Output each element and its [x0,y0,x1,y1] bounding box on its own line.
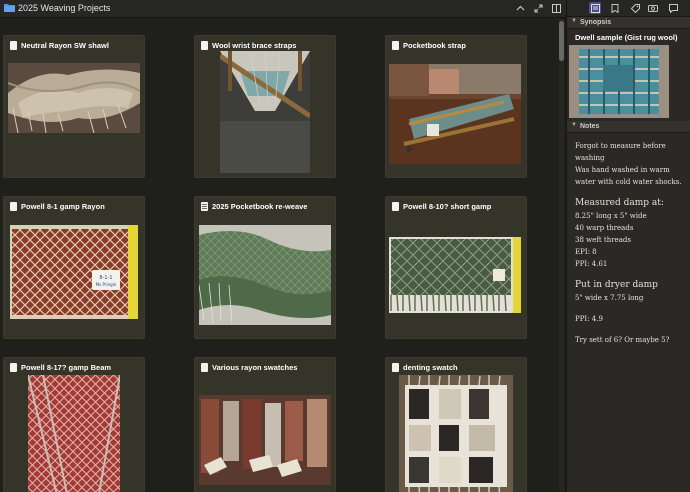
notes-text-area[interactable]: Forgot to measure before washing Was hand … [575,140,690,346]
notes-line: PPI: 4.61 [575,260,608,268]
chevron-down-icon: ▼ [571,18,577,24]
index-card[interactable]: 2025 Pocketbook re-weave [194,196,336,339]
comment-icon[interactable] [667,2,679,14]
notes-line: Measured damp at: [575,198,664,208]
notes-line: Forgot to measure before [575,142,666,150]
shawl-photo [8,63,140,133]
card-title: Wool wrist brace straps [212,41,297,50]
window-titlebar: 2025 Weaving Projects [0,0,566,18]
camera-icon[interactable] [647,2,659,14]
window-title: 2025 Weaving Projects [18,3,111,13]
document-icon [392,41,399,50]
notebook-icon[interactable] [589,2,601,14]
document-icon [392,363,399,372]
notes-line: Was hand washed in warm [575,166,670,174]
card-title: denting swatch [403,363,458,372]
synopsis-title: Dwell sample (Gist rug wool) [575,33,678,42]
index-card[interactable]: denting swatch [385,357,527,492]
inspector-toolbar [567,0,690,17]
notes-line: 8.25" long x 5" wide [575,212,647,220]
card-title: Pocketbook strap [403,41,466,50]
synopsis-section-header[interactable]: ▼ Synopsis [567,17,690,29]
pocketbook-strap-photo [389,64,521,164]
document-icon [201,363,208,372]
index-card[interactable]: Wool wrist brace straps [194,35,336,178]
photo-tag-text: Ms Pringle [96,282,117,287]
synopsis-image[interactable] [569,44,669,119]
document-icon [392,202,399,211]
index-card[interactable]: Powell 8-10? short gamp [385,196,527,339]
wrist-strap-loom-photo [220,51,310,173]
split-view-icon[interactable] [551,2,562,14]
pocketbook-reweave-photo [199,225,331,325]
rayon-swatches-photo [199,395,331,485]
notes-line: PPI: 4.9 [575,315,603,323]
card-title: Powell 8-10? short gamp [403,202,492,211]
card-title: Powell 8-17? gamp Beam [21,363,112,372]
notes-line: Put in dryer damp [575,280,658,290]
index-card[interactable]: Pocketbook strap [385,35,527,178]
expand-icon[interactable] [533,2,544,14]
bookmark-icon[interactable] [609,2,621,14]
index-card[interactable]: Powell 8-17? gamp Beam [3,357,145,492]
notes-line: washing [575,154,605,162]
index-card[interactable]: Various rayon swatches [194,357,336,492]
gamp-beam-photo [28,375,120,492]
scrollbar-thumb[interactable] [559,21,564,61]
chevron-down-icon: ▼ [571,122,577,128]
short-gamp-photo [389,237,521,313]
gamp-rayon-photo: 8-1-1 Ms Pringle [10,225,138,319]
card-title: Powell 8-1 gamp Rayon [21,202,105,211]
notes-line: Try sett of 6? Or maybe 5? [575,336,670,344]
folder-icon [4,4,15,12]
document-icon [201,41,208,50]
denting-swatch-photo [399,375,513,492]
notes-line: water with cold water shocks. [575,178,682,186]
corkboard-grid: Neutral Rayon SW shawl Wool wrist brace … [0,18,557,492]
notes-line: 38 weft threads [575,236,631,244]
notes-line: 5" wide x 7.75 long [575,294,644,302]
document-icon [10,41,17,50]
document-icon [10,363,17,372]
notes-section-header[interactable]: ▼ Notes [567,121,690,133]
card-title: Neutral Rayon SW shawl [21,41,109,50]
chevron-up-icon[interactable] [515,2,526,14]
tag-icon[interactable] [629,2,641,14]
document-icon [10,202,17,211]
document-text-icon [201,202,208,211]
card-title: 2025 Pocketbook re-weave [212,202,308,211]
notes-line: 40 warp threads [575,224,634,232]
index-card[interactable]: Powell 8-1 gamp Rayon 8-1-1 Ms Pringle [3,196,145,339]
index-card[interactable]: Neutral Rayon SW shawl [3,35,145,178]
card-title: Various rayon swatches [212,363,298,372]
photo-tag-text: 8-1-1 [99,275,112,281]
notes-line: EPI: 8 [575,248,597,256]
grid-scrollbar[interactable] [559,19,564,491]
